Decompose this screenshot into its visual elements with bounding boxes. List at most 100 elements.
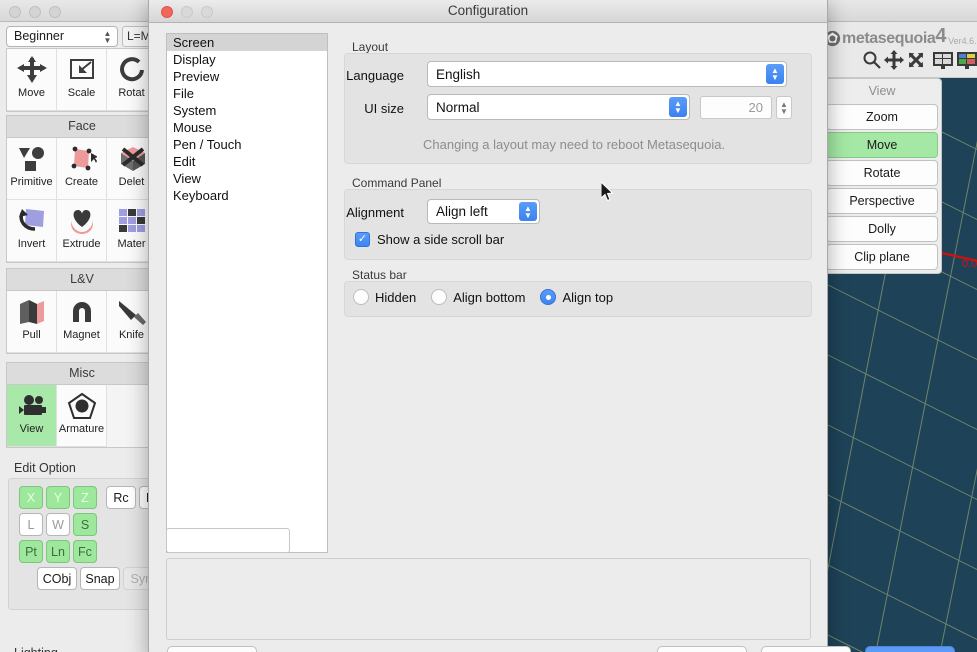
screen-layout-icon[interactable]: [932, 50, 954, 70]
category-item-keyboard[interactable]: Keyboard: [167, 187, 327, 204]
category-item-pen-touch[interactable]: Pen / Touch: [167, 136, 327, 153]
view-btn-dolly[interactable]: Dolly: [826, 216, 938, 242]
view-btn-perspective[interactable]: Perspective: [826, 188, 938, 214]
btn-label: Clip plane: [854, 250, 910, 264]
camera-icon: [15, 390, 49, 422]
mode-row: Beginner ▲▼ L=Mo: [6, 26, 158, 48]
status-bar-radio-group[interactable]: Hidden Align bottom Align top: [353, 289, 628, 305]
chevron-updown-icon: ▲▼: [766, 64, 784, 84]
edit-btn-pt[interactable]: Pt: [19, 540, 43, 563]
screen-color-layout-icon[interactable]: [956, 50, 977, 70]
app-minimize-button[interactable]: [29, 6, 41, 18]
view-btn-rotate[interactable]: Rotate: [826, 160, 938, 186]
category-item-display[interactable]: Display: [167, 51, 327, 68]
rotate-arrows-icon[interactable]: [906, 50, 926, 70]
command-panel: Beginner ▲▼ L=Mo: [0, 22, 160, 652]
knife-icon: [115, 296, 149, 328]
btn-label: Move: [867, 138, 898, 152]
chevron-updown-icon: ▲▼: [519, 202, 537, 221]
uisize-number-input[interactable]: 20: [700, 96, 772, 119]
checkbox-checked-icon[interactable]: ✓: [355, 232, 370, 247]
tool-label: Primitive: [10, 176, 52, 188]
brand-version: Ver4.6.8: [948, 36, 977, 48]
mode-select[interactable]: Beginner ▲▼: [6, 26, 118, 47]
alignment-select[interactable]: Align left ▲▼: [427, 199, 540, 224]
tool-pull[interactable]: Pull: [7, 291, 57, 353]
side-scrollbar-checkbox-row[interactable]: ✓ Show a side scroll bar: [355, 232, 504, 247]
view-btn-clip-plane[interactable]: Clip plane: [826, 244, 938, 270]
radio-item-hidden[interactable]: Hidden: [353, 289, 416, 305]
btn-label: Snap: [85, 572, 114, 586]
btn-label: L: [28, 518, 35, 532]
edit-btn-snap[interactable]: Snap: [80, 567, 120, 590]
category-item-mouse[interactable]: Mouse: [167, 119, 327, 136]
dialog-button-cancel[interactable]: [761, 646, 851, 652]
view-btn-zoom[interactable]: Zoom: [826, 104, 938, 130]
tool-extrude[interactable]: Extrude: [57, 200, 107, 262]
tool-create[interactable]: Create: [57, 138, 107, 200]
language-select[interactable]: English ▲▼: [427, 61, 787, 87]
edit-btn-rc[interactable]: Rc: [106, 486, 136, 509]
tool-magnet[interactable]: Magnet: [57, 291, 107, 353]
lower-white-field[interactable]: [166, 528, 290, 553]
tool-scale[interactable]: Scale: [57, 49, 107, 111]
edit-btn-x[interactable]: X: [19, 486, 43, 509]
category-label: File: [173, 86, 194, 101]
category-list[interactable]: Screen Display Preview File System Mouse…: [166, 33, 328, 553]
command-panel-section-label: Command Panel: [352, 176, 441, 190]
radio-unselected-icon[interactable]: [431, 289, 447, 305]
edit-btn-cobj[interactable]: CObj: [37, 567, 77, 590]
category-item-file[interactable]: File: [167, 85, 327, 102]
move-arrows-icon[interactable]: [884, 50, 904, 70]
tool-group-transform: Move Scale: [6, 48, 158, 112]
category-item-preview[interactable]: Preview: [167, 68, 327, 85]
dialog-minimize-button[interactable]: [181, 6, 193, 18]
edit-btn-ln[interactable]: Ln: [46, 540, 70, 563]
brand-bar: metasequoia 4 Ver4.6.8: [822, 22, 977, 78]
dialog-button-secondary[interactable]: [657, 646, 747, 652]
edit-btn-s[interactable]: S: [73, 513, 97, 536]
group-header-lv: L&V: [6, 268, 158, 290]
edit-btn-l[interactable]: L: [19, 513, 43, 536]
btn-label: Y: [54, 491, 62, 505]
edit-btn-w[interactable]: W: [46, 513, 70, 536]
dialog-close-button[interactable]: [161, 6, 173, 18]
tool-invert[interactable]: Invert: [7, 200, 57, 262]
radio-item-align-bottom[interactable]: Align bottom: [431, 289, 525, 305]
bottom-pane: [166, 558, 811, 640]
category-item-view[interactable]: View: [167, 170, 327, 187]
tool-primitive[interactable]: Primitive: [7, 138, 57, 200]
radio-unselected-icon[interactable]: [353, 289, 369, 305]
magnifier-icon[interactable]: [862, 50, 882, 70]
tool-move[interactable]: Move: [7, 49, 57, 111]
category-label: Keyboard: [173, 188, 229, 203]
app-maximize-button[interactable]: [49, 6, 61, 18]
create-face-icon: [65, 143, 99, 175]
dialog-button-left[interactable]: [167, 646, 257, 652]
edit-btn-z[interactable]: Z: [73, 486, 97, 509]
category-item-edit[interactable]: Edit: [167, 153, 327, 170]
view-btn-move[interactable]: Move: [826, 132, 938, 158]
dialog-button-ok[interactable]: [865, 646, 955, 652]
btn-label: Ln: [51, 545, 65, 559]
armature-icon: [65, 390, 99, 422]
edit-btn-y[interactable]: Y: [46, 486, 70, 509]
pull-icon: [15, 296, 49, 328]
category-item-system[interactable]: System: [167, 102, 327, 119]
side-scrollbar-label: Show a side scroll bar: [377, 232, 504, 247]
magnet-icon: [65, 296, 99, 328]
configuration-dialog: Configuration Screen Display Preview Fil…: [148, 0, 828, 652]
tool-view[interactable]: View: [7, 385, 57, 447]
tool-armature[interactable]: Armature: [57, 385, 107, 447]
edit-btn-fc[interactable]: Fc: [73, 540, 97, 563]
radio-item-align-top[interactable]: Align top: [540, 289, 613, 305]
brand-name: metasequoia: [842, 30, 935, 48]
radio-selected-icon[interactable]: [540, 289, 556, 305]
language-label: Language: [332, 68, 404, 83]
status-bar-section-label: Status bar: [352, 268, 407, 282]
uisize-number-stepper[interactable]: ▲▼: [776, 96, 792, 119]
dialog-maximize-button[interactable]: [201, 6, 213, 18]
category-item-screen[interactable]: Screen: [167, 34, 327, 51]
app-close-button[interactable]: [9, 6, 21, 18]
uisize-select[interactable]: Normal ▲▼: [427, 94, 690, 120]
